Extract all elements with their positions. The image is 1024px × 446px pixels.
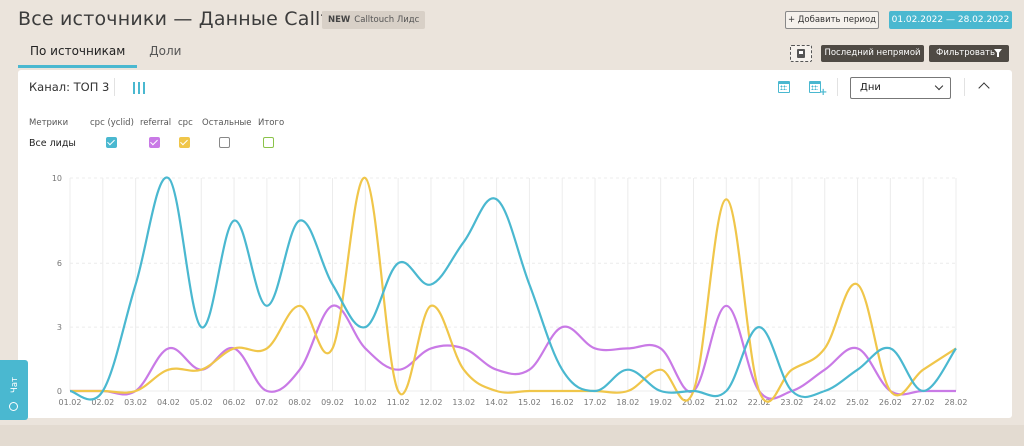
filter-label: Фильтровать — [936, 48, 996, 58]
chart-panel: Канал: ТОП 3 + Дни Метрики Все лиды cpc … — [18, 70, 1012, 418]
x-tick-label: 20.02 — [682, 398, 705, 407]
funnel-icon — [994, 49, 1002, 57]
x-tick-label: 24.02 — [813, 398, 836, 407]
chat-label: Чат — [10, 377, 20, 393]
x-tick-label: 21.02 — [715, 398, 738, 407]
series-line-cpc-yclid- — [69, 176, 957, 401]
view-tabs: По источникам Доли — [18, 44, 193, 68]
x-tick-label: 05.02 — [190, 398, 213, 407]
save-icon — [797, 49, 805, 58]
x-tick-label: 11.02 — [387, 398, 410, 407]
save-button[interactable] — [790, 45, 812, 62]
y-tick-label: 10 — [52, 174, 62, 183]
x-tick-label: 07.02 — [255, 398, 278, 407]
x-tick-label: 25.02 — [846, 398, 869, 407]
tab-by-sources[interactable]: По источникам — [18, 44, 138, 68]
line-chart: 01.02 02.02 03.02 04.02 05.02 06.02 07.02 08.02… — [52, 174, 968, 407]
x-tick-label: 28.02 — [945, 398, 968, 407]
x-tick-label: 27.02 — [912, 398, 935, 407]
chat-bubble-icon — [9, 402, 18, 411]
x-tick-label: 17.02 — [584, 398, 607, 407]
last-nondirect-button[interactable]: Последний непрямой — [821, 45, 924, 62]
series-line-referral — [70, 304, 956, 400]
add-period-button[interactable]: + Добавить период — [785, 11, 879, 29]
x-tick-label: 03.02 — [124, 398, 147, 407]
x-tick-label: 23.02 — [780, 398, 803, 407]
filter-button[interactable]: Фильтровать — [929, 45, 1009, 62]
chat-button[interactable]: Чат — [0, 360, 28, 420]
tab-shares[interactable]: Доли — [137, 44, 193, 68]
date-range-picker[interactable]: 01.02.2022 — 28.02.2022 — [889, 11, 1012, 29]
x-tick-label: 08.02 — [288, 398, 311, 407]
x-tick-label: 01.02 — [59, 398, 82, 407]
x-tick-label: 12.02 — [420, 398, 443, 407]
badge-label: Calltouch Лидс — [354, 15, 420, 25]
source-badge: NEW Calltouch Лидс — [322, 11, 426, 29]
y-tick-label: 0 — [57, 387, 62, 396]
x-tick-label: 14.02 — [485, 398, 508, 407]
x-tick-label: 04.02 — [157, 398, 180, 407]
x-tick-label: 13.02 — [452, 398, 475, 407]
y-tick-label: 3 — [57, 323, 62, 332]
x-tick-label: 26.02 — [879, 398, 902, 407]
x-tick-label: 15.02 — [518, 398, 541, 407]
bottom-bar — [0, 425, 1024, 446]
y-tick-label: 6 — [57, 259, 62, 268]
new-badge: NEW — [328, 15, 351, 25]
x-tick-label: 10.02 — [354, 398, 377, 407]
series-line-cpc — [70, 176, 957, 403]
x-tick-label: 16.02 — [551, 398, 574, 407]
x-tick-label: 06.02 — [223, 398, 246, 407]
x-tick-label: 09.02 — [321, 398, 344, 407]
x-tick-label: 19.02 — [649, 398, 672, 407]
x-tick-label: 18.02 — [616, 398, 639, 407]
